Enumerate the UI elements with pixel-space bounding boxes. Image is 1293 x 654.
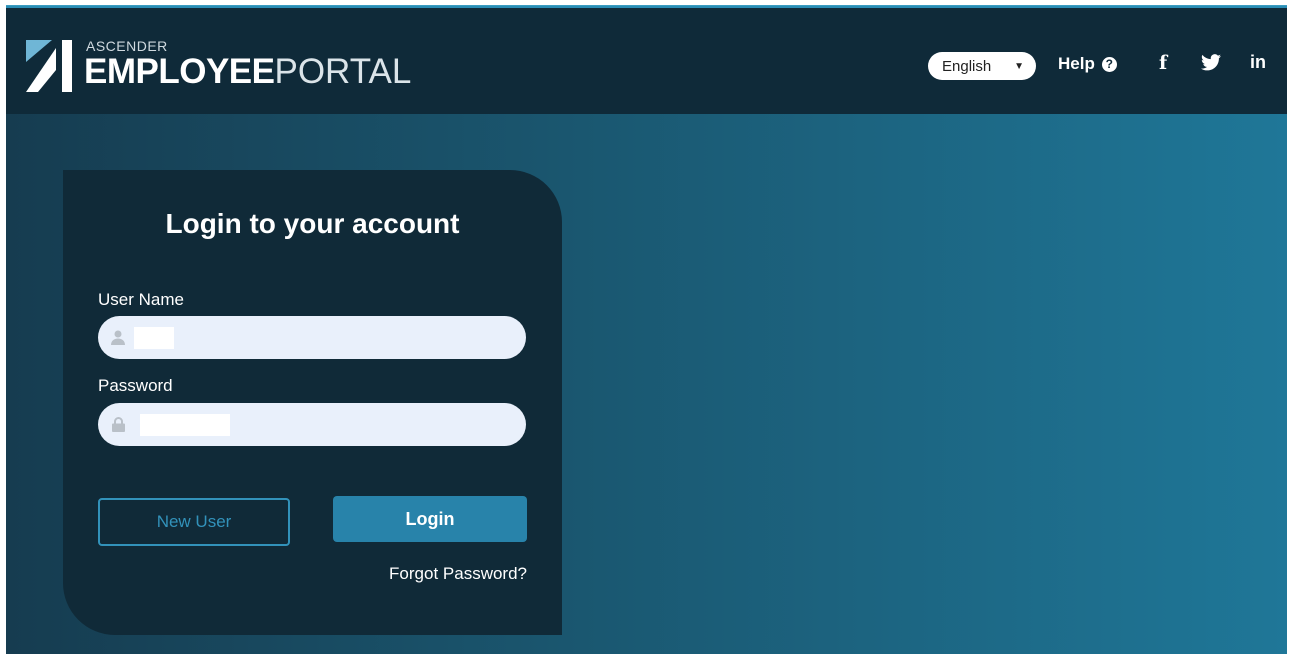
- password-field[interactable]: [98, 403, 526, 446]
- page-background: ASCENDER EMPLOYEEPORTAL English ▼ Help ?…: [6, 5, 1287, 654]
- username-label: User Name: [98, 290, 184, 309]
- username-field[interactable]: [98, 316, 526, 359]
- user-icon: [110, 330, 126, 346]
- lock-icon: [110, 417, 126, 433]
- login-title: Login to your account: [165, 208, 460, 239]
- facebook-icon[interactable]: f: [1159, 52, 1167, 74]
- logo-portal-word: PORTAL: [274, 52, 412, 91]
- password-autofill: [140, 413, 230, 436]
- login-card: Login to your account User Name Password: [63, 170, 562, 635]
- top-header: ASCENDER EMPLOYEEPORTAL English ▼ Help ?…: [6, 6, 1287, 114]
- language-select-value: English: [942, 57, 992, 75]
- logo-a-mark-icon: [26, 40, 72, 92]
- logo-portal-text: EMPLOYEEPORTAL: [84, 52, 411, 92]
- new-user-button[interactable]: New User: [98, 498, 290, 546]
- linkedin-icon[interactable]: in: [1250, 52, 1266, 73]
- forgot-password-link[interactable]: Forgot Password?: [333, 564, 527, 584]
- password-label: Password: [98, 376, 173, 395]
- username-autofill: [134, 326, 174, 349]
- question-circle-icon: ?: [1101, 56, 1117, 72]
- help-label: Help: [1058, 54, 1095, 73]
- ascender-logo: ASCENDER EMPLOYEEPORTAL: [26, 36, 411, 92]
- login-button[interactable]: Login: [333, 496, 527, 542]
- logo-employee-text: EMPLOYEE: [84, 52, 275, 91]
- language-select[interactable]: English ▼: [928, 52, 1036, 80]
- twitter-icon[interactable]: [1201, 54, 1221, 77]
- caret-down-icon: ▼: [1014, 60, 1024, 72]
- help-link[interactable]: Help ?: [1058, 54, 1117, 74]
